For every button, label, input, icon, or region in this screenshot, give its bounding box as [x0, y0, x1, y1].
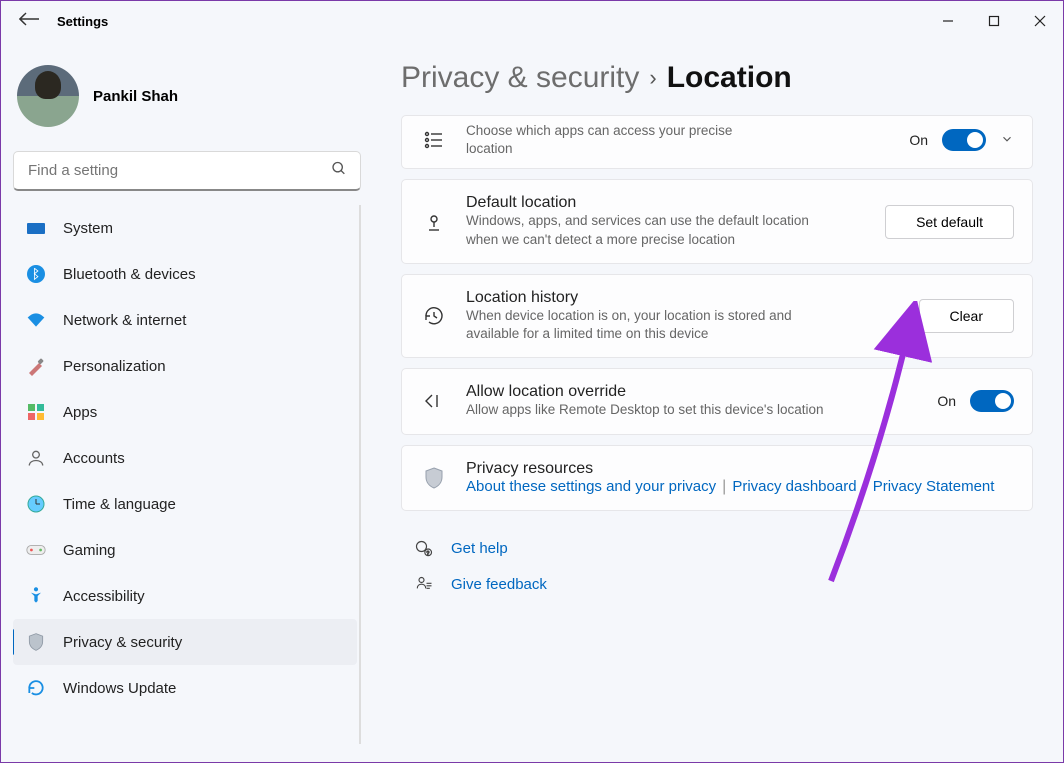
link-about-privacy[interactable]: About these settings and your privacy — [466, 478, 716, 495]
maximize-button[interactable] — [971, 1, 1017, 41]
sidebar-item-accessibility[interactable]: Accessibility — [13, 573, 357, 619]
override-toggle[interactable] — [970, 390, 1014, 412]
close-button[interactable] — [1017, 1, 1063, 41]
set-default-button[interactable]: Set default — [885, 205, 1014, 239]
link-privacy-dashboard[interactable]: Privacy dashboard — [732, 478, 856, 495]
sidebar-item-label: Windows Update — [63, 680, 176, 697]
card-location-override: Allow location override Allow apps like … — [401, 368, 1033, 434]
sidebar-item-label: Accounts — [63, 450, 125, 467]
pin-icon — [420, 208, 448, 236]
system-icon — [25, 217, 47, 239]
card-title: Privacy resources — [466, 460, 1014, 478]
give-feedback-label: Give feedback — [451, 576, 547, 593]
accessibility-icon — [25, 585, 47, 607]
sidebar-item-label: Gaming — [63, 542, 116, 559]
update-icon — [25, 677, 47, 699]
brush-icon — [25, 355, 47, 377]
give-feedback[interactable]: Give feedback — [401, 567, 1033, 603]
app-title: Settings — [57, 14, 108, 29]
sidebar-item-network[interactable]: Network & internet — [13, 297, 357, 343]
sidebar-item-accounts[interactable]: Accounts — [13, 435, 357, 481]
feedback-icon — [413, 575, 435, 595]
shield-icon — [420, 464, 448, 492]
list-icon — [420, 126, 448, 154]
sidebar-item-gaming[interactable]: Gaming — [13, 527, 357, 573]
get-help-label: Get help — [451, 540, 508, 557]
breadcrumb-current: Location — [667, 61, 792, 95]
sidebar: Pankil Shah System Bluetooth & devices — [1, 41, 371, 762]
breadcrumb: Privacy & security › Location — [401, 61, 1033, 95]
sidebar-item-label: Bluetooth & devices — [63, 266, 196, 283]
avatar — [17, 65, 79, 127]
card-desc: Allow apps like Remote Desktop to set th… — [466, 401, 826, 419]
toggle-state-label: On — [909, 132, 928, 148]
sidebar-item-personalization[interactable]: Personalization — [13, 343, 357, 389]
sidebar-item-update[interactable]: Windows Update — [13, 665, 357, 711]
sidebar-item-label: Time & language — [63, 496, 176, 513]
search-icon — [331, 161, 347, 182]
clock-icon — [25, 493, 47, 515]
card-desc: Choose which apps can access your precis… — [466, 122, 746, 158]
help-icon: ? — [413, 539, 435, 559]
clear-button[interactable]: Clear — [919, 299, 1014, 333]
main-content: Privacy & security › Location Choose whi… — [371, 41, 1063, 762]
title-bar: Settings — [1, 1, 1063, 41]
card-title: Location history — [466, 289, 901, 307]
override-icon — [420, 387, 448, 415]
sidebar-item-label: Accessibility — [63, 588, 145, 605]
card-title: Allow location override — [466, 383, 919, 401]
card-default-location: Default location Windows, apps, and serv… — [401, 179, 1033, 263]
sidebar-item-system[interactable]: System — [13, 205, 357, 251]
card-app-access[interactable]: Choose which apps can access your precis… — [401, 115, 1033, 169]
shield-icon — [25, 631, 47, 653]
sidebar-item-bluetooth[interactable]: Bluetooth & devices — [13, 251, 357, 297]
card-title: Default location — [466, 194, 867, 212]
apps-icon — [25, 401, 47, 423]
sidebar-item-label: Network & internet — [63, 312, 186, 329]
link-privacy-statement[interactable]: Privacy Statement — [873, 478, 995, 495]
sidebar-item-label: Apps — [63, 404, 97, 421]
card-desc: Windows, apps, and services can use the … — [466, 212, 826, 248]
get-help[interactable]: ? Get help — [401, 531, 1033, 567]
search-input[interactable] — [13, 151, 361, 191]
separator: | — [718, 478, 730, 496]
card-privacy-resources: Privacy resources About these settings a… — [401, 445, 1033, 511]
back-arrow-line — [17, 10, 43, 33]
person-icon — [25, 447, 47, 469]
app-access-toggle[interactable] — [942, 129, 986, 151]
breadcrumb-parent[interactable]: Privacy & security — [401, 61, 639, 95]
sidebar-item-time[interactable]: Time & language — [13, 481, 357, 527]
user-profile[interactable]: Pankil Shah — [13, 53, 361, 151]
gamepad-icon — [25, 539, 47, 561]
sidebar-item-label: Personalization — [63, 358, 166, 375]
sidebar-item-apps[interactable]: Apps — [13, 389, 357, 435]
sidebar-item-label: System — [63, 220, 113, 237]
card-location-history: Location history When device location is… — [401, 274, 1033, 358]
history-icon — [420, 302, 448, 330]
bluetooth-icon — [25, 263, 47, 285]
sidebar-item-privacy[interactable]: Privacy & security — [13, 619, 357, 665]
toggle-state-label: On — [937, 393, 956, 409]
minimize-button[interactable] — [925, 1, 971, 41]
chevron-right-icon: › — [649, 65, 656, 91]
separator: | — [859, 478, 871, 496]
card-desc: When device location is on, your locatio… — [466, 307, 826, 343]
user-name: Pankil Shah — [93, 88, 178, 105]
chevron-down-icon[interactable] — [1000, 132, 1014, 149]
svg-text:?: ? — [427, 550, 430, 556]
sidebar-item-label: Privacy & security — [63, 634, 182, 651]
wifi-icon — [25, 309, 47, 331]
